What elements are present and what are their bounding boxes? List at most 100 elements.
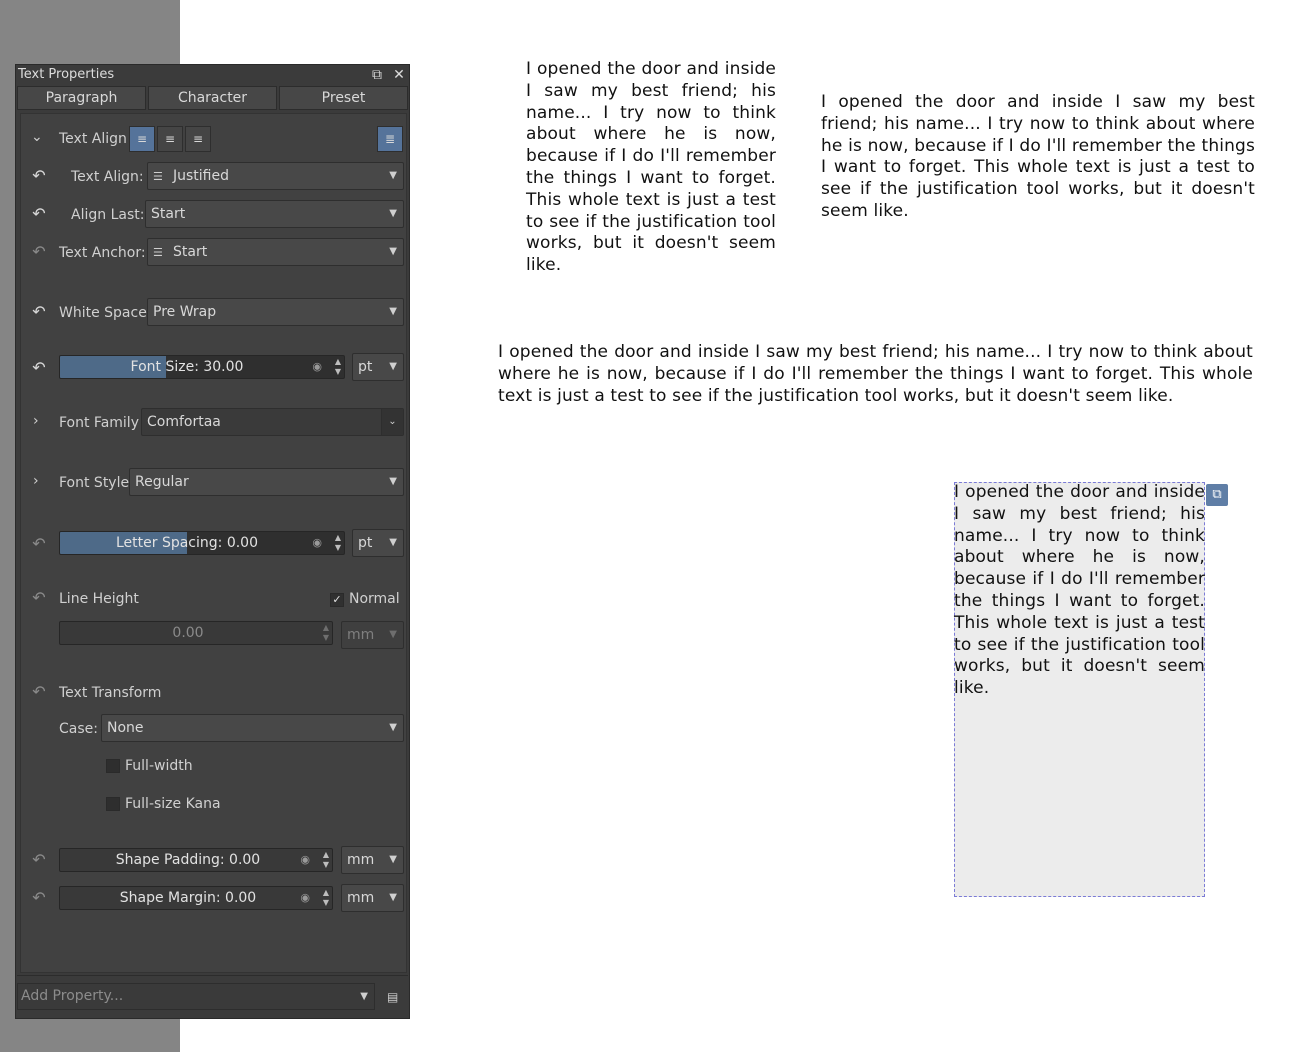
full-width-row: Full-width bbox=[21, 754, 408, 778]
line-height-unit-select[interactable]: mm ▼ bbox=[341, 621, 404, 649]
text-anchor-row: ↶ Text Anchor: ☰ Start ▼ bbox=[21, 238, 408, 268]
docker-footer: Add Property... ▼ ▤ bbox=[17, 975, 408, 1017]
line-height-spinbox[interactable]: 0.00 ▲ ▼ bbox=[59, 621, 333, 645]
shape-margin-unit-value: mm bbox=[347, 890, 375, 906]
letter-spacing-spinbox[interactable]: Letter Spacing: 0.00 ◉ ▲ ▼ bbox=[59, 531, 345, 555]
stepper-arrows-icon[interactable]: ▲ ▼ bbox=[323, 623, 329, 643]
shape-margin-row: ↶ Shape Margin: 0.00 ◉ ▲ ▼ mm ▼ bbox=[21, 883, 408, 913]
tab-paragraph[interactable]: Paragraph bbox=[17, 86, 146, 110]
text-align-select-row: ↶ Text Align: ☰ Justified ▼ bbox=[21, 162, 408, 192]
tab-character[interactable]: Character bbox=[148, 86, 277, 110]
chevron-down-icon: ▼ bbox=[389, 854, 397, 865]
stepper-arrows-icon[interactable]: ▲ ▼ bbox=[335, 533, 341, 553]
text-align-select[interactable]: ☰ Justified ▼ bbox=[147, 162, 404, 190]
stepper-arrows-icon[interactable]: ▲ ▼ bbox=[323, 888, 329, 908]
tab-preset[interactable]: Preset bbox=[279, 86, 408, 110]
white-space-select[interactable]: Pre Wrap ▼ bbox=[147, 298, 404, 326]
reset-icon[interactable]: ◉ bbox=[312, 360, 322, 373]
shape-padding-unit-value: mm bbox=[347, 852, 375, 868]
case-select[interactable]: None ▼ bbox=[101, 714, 404, 742]
reset-icon[interactable]: ◉ bbox=[312, 536, 322, 549]
shape-margin-unit-select[interactable]: mm ▼ bbox=[341, 884, 404, 912]
line-height-value-row: 0.00 ▲ ▼ mm ▼ bbox=[21, 618, 408, 649]
shape-padding-value: Shape Padding: 0.00 bbox=[115, 852, 261, 868]
chevron-down-icon: ▼ bbox=[389, 208, 397, 219]
chevron-right-icon[interactable]: › bbox=[33, 473, 47, 489]
reset-icon[interactable]: ◉ bbox=[300, 853, 310, 866]
add-property-placeholder: Add Property... bbox=[21, 988, 124, 1004]
letter-spacing-unit-select[interactable]: pt ▼ bbox=[352, 529, 404, 557]
text-anchor-select[interactable]: ☰ Start ▼ bbox=[147, 238, 404, 266]
align-last-select[interactable]: Start ▼ bbox=[145, 200, 404, 228]
properties-menu-icon[interactable]: ▤ bbox=[387, 989, 403, 1005]
stepper-arrows-icon[interactable]: ▲ ▼ bbox=[323, 850, 329, 870]
revert-icon[interactable]: ↶ bbox=[31, 206, 47, 222]
stepper-arrows-icon[interactable]: ▲ ▼ bbox=[335, 357, 341, 377]
revert-icon[interactable]: ↶ bbox=[31, 890, 47, 906]
reset-icon[interactable]: ◉ bbox=[300, 891, 310, 904]
font-family-select[interactable]: Comfortaa ⌄ bbox=[141, 408, 404, 436]
revert-icon[interactable]: ↶ bbox=[31, 360, 47, 376]
chevron-down-icon[interactable]: ⌄ bbox=[31, 129, 45, 145]
align-last-value: Start bbox=[151, 206, 186, 222]
revert-icon[interactable]: ↶ bbox=[31, 852, 47, 868]
align-justify-button[interactable]: ≣ bbox=[377, 126, 403, 152]
shape-padding-spinbox[interactable]: Shape Padding: 0.00 ◉ ▲ ▼ bbox=[59, 848, 333, 872]
align-start-icon: ☰ bbox=[153, 246, 163, 259]
text-shape-selected[interactable]: I opened the door and inside I saw my be… bbox=[954, 482, 1205, 700]
chevron-down-icon: ▼ bbox=[389, 892, 397, 903]
chevron-down-icon: ▼ bbox=[360, 991, 368, 1002]
shape-margin-value: Shape Margin: 0.00 bbox=[119, 890, 257, 906]
revert-icon[interactable]: ↶ bbox=[31, 590, 47, 606]
chevron-down-icon: ▼ bbox=[389, 537, 397, 548]
chevron-down-icon: ▼ bbox=[389, 361, 397, 372]
full-width-checkbox[interactable] bbox=[106, 759, 120, 773]
shape-margin-spinbox[interactable]: Shape Margin: 0.00 ◉ ▲ ▼ bbox=[59, 886, 333, 910]
chevron-right-icon[interactable]: › bbox=[33, 413, 47, 429]
revert-icon[interactable]: ↶ bbox=[31, 684, 47, 700]
full-width-label: Full-width bbox=[125, 758, 193, 774]
align-start-button[interactable]: ≡ bbox=[129, 126, 155, 152]
align-center-button[interactable]: ≡ bbox=[157, 126, 183, 152]
font-family-value: Comfortaa bbox=[147, 414, 221, 430]
text-anchor-label: Text Anchor: bbox=[59, 245, 146, 261]
line-height-unit-value: mm bbox=[347, 627, 375, 643]
revert-icon[interactable]: ↶ bbox=[31, 304, 47, 320]
text-transform-label: Text Transform bbox=[59, 685, 162, 701]
font-style-select[interactable]: Regular ▼ bbox=[129, 468, 404, 496]
shape-padding-unit-select[interactable]: mm ▼ bbox=[341, 846, 404, 874]
revert-icon[interactable]: ↶ bbox=[31, 168, 47, 184]
float-icon[interactable]: ⧉ bbox=[368, 66, 386, 84]
font-family-row: › Font Family Comfortaa ⌄ bbox=[21, 408, 408, 438]
docker-title-bar: Text Properties ⧉ ✕ bbox=[16, 65, 409, 85]
text-anchor-value: Start bbox=[173, 244, 208, 260]
font-size-row: ↶ Font Size: 30.00 ◉ ▲ ▼ pt ▼ bbox=[21, 352, 408, 382]
add-property-combo[interactable]: Add Property... ▼ bbox=[17, 983, 375, 1010]
properties-list: ⌄ Text Align ≡ ≡ ≡ ≣ ↶ Text Align: ☰ Just… bbox=[20, 113, 407, 973]
revert-icon[interactable]: ↶ bbox=[31, 536, 47, 552]
line-height-normal-checkbox[interactable]: ✓ bbox=[330, 593, 344, 607]
text-align-row: ⌄ Text Align ≡ ≡ ≡ ≣ bbox=[21, 124, 408, 154]
text-align-label: Text Align: bbox=[71, 169, 144, 185]
revert-icon[interactable]: ↶ bbox=[31, 244, 47, 260]
line-height-value: 0.00 bbox=[172, 625, 204, 641]
chevron-down-icon: ▼ bbox=[389, 170, 397, 181]
line-height-normal-label: Normal bbox=[349, 591, 400, 607]
align-last-label: Align Last: bbox=[71, 207, 145, 223]
close-icon[interactable]: ✕ bbox=[390, 66, 408, 84]
full-size-kana-checkbox[interactable] bbox=[106, 797, 120, 811]
text-shape-handle-icon[interactable]: ⧉ bbox=[1206, 484, 1228, 506]
text-shape-wide[interactable]: I opened the door and inside I saw my be… bbox=[498, 342, 1253, 407]
chevron-down-icon: ▼ bbox=[389, 722, 397, 733]
font-size-unit-select[interactable]: pt ▼ bbox=[352, 353, 404, 381]
chevron-down-icon: ▼ bbox=[389, 246, 397, 257]
font-style-label: Font Style bbox=[59, 475, 130, 491]
text-shape-medium[interactable]: I opened the door and inside I saw my be… bbox=[821, 92, 1255, 223]
case-label: Case: bbox=[59, 721, 98, 737]
white-space-row: ↶ White Space Pre Wrap ▼ bbox=[21, 298, 408, 328]
text-shape-narrow[interactable]: I opened the door and inside I saw my be… bbox=[526, 59, 776, 277]
text-properties-docker: Text Properties ⧉ ✕ Paragraph Character … bbox=[15, 64, 410, 1019]
chevron-down-icon: ⌄ bbox=[381, 409, 403, 435]
align-end-button[interactable]: ≡ bbox=[185, 126, 211, 152]
font-size-spinbox[interactable]: Font Size: 30.00 ◉ ▲ ▼ bbox=[59, 355, 345, 379]
